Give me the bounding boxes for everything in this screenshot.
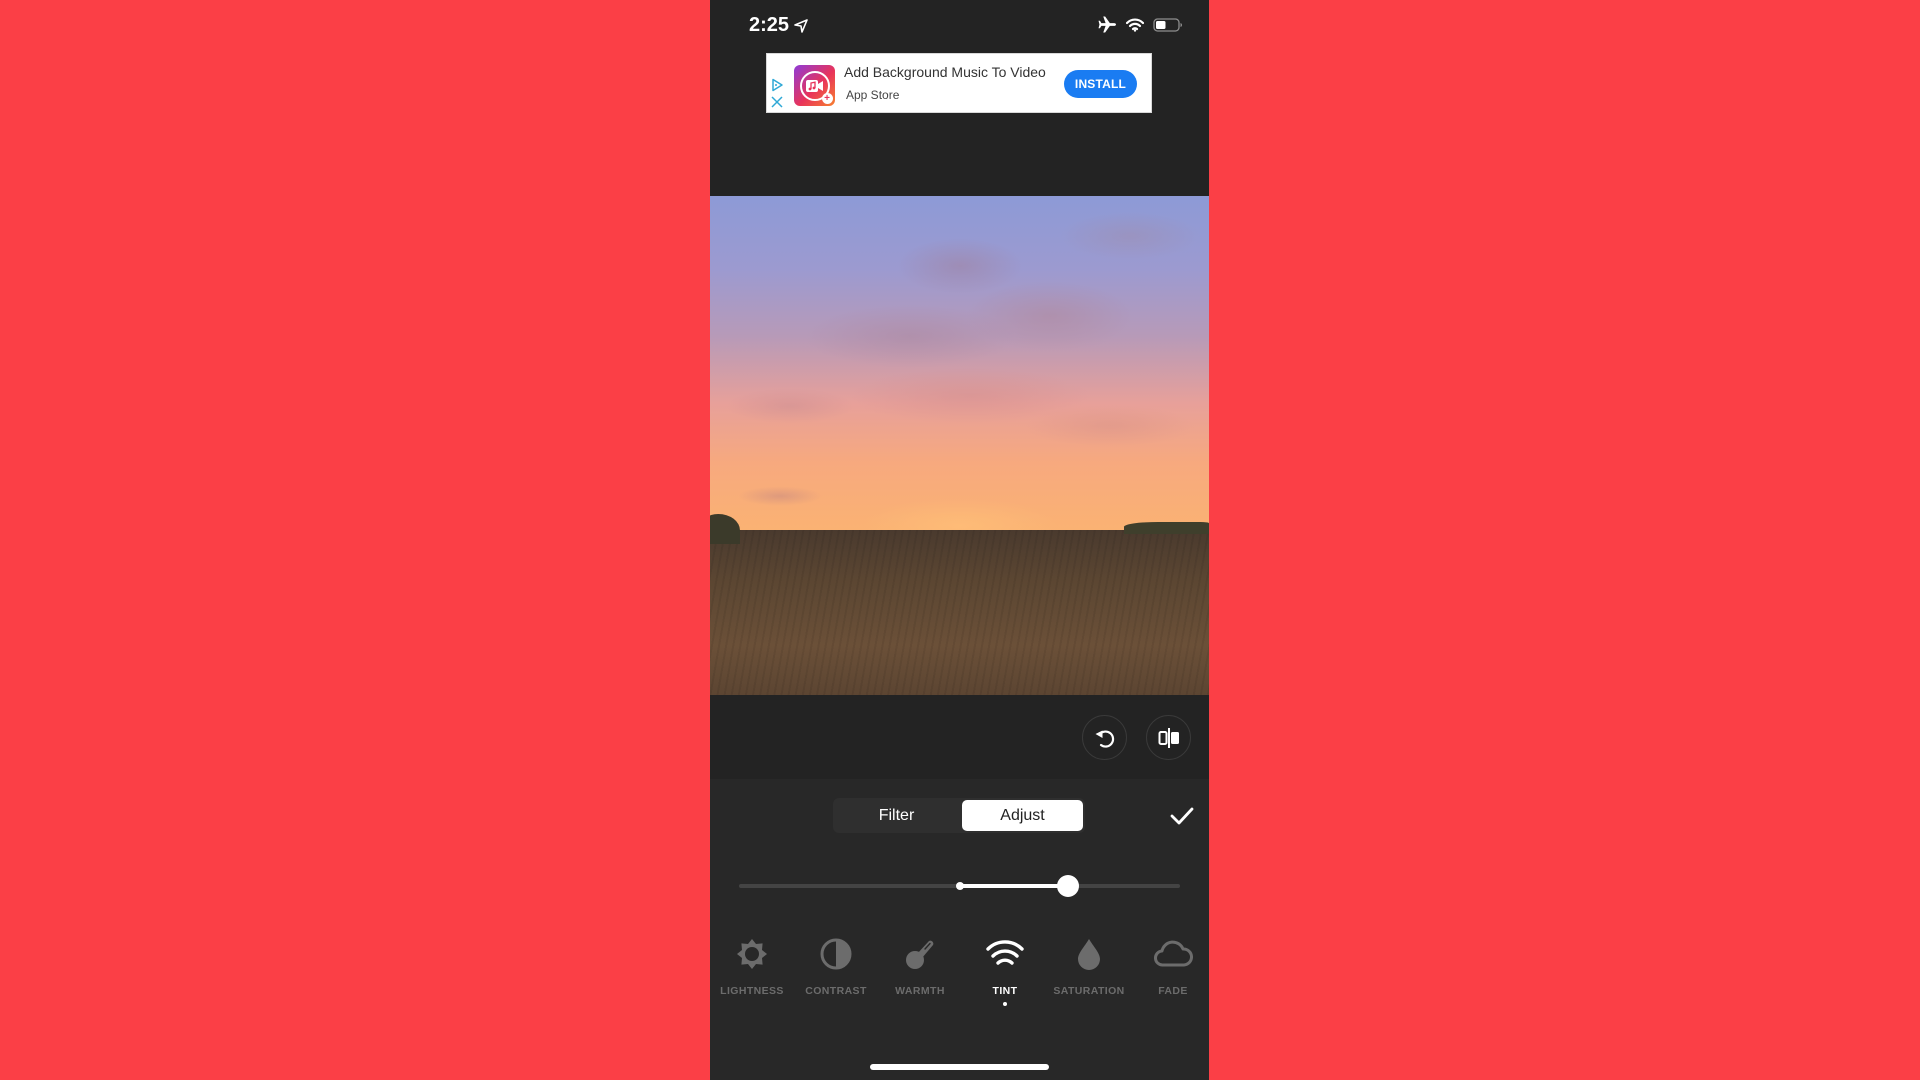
compare-icon xyxy=(1158,727,1179,748)
active-indicator-dot xyxy=(1003,1002,1007,1006)
wifi-icon xyxy=(1126,18,1144,32)
cloud-icon xyxy=(1154,940,1193,967)
ad-banner[interactable]: + Add Background Music To Video App Stor… xyxy=(766,53,1152,113)
phone-screen: 2:25 + Add Background Music To Video App… xyxy=(710,0,1209,1080)
status-icons xyxy=(1098,16,1183,33)
ad-subtitle: App Store xyxy=(846,88,900,102)
tool-label: SATURATION xyxy=(1053,985,1125,997)
photo-field xyxy=(710,530,1209,695)
tool-label: TINT xyxy=(992,985,1018,997)
status-time-text: 2:25 xyxy=(749,14,790,36)
photo-treeline xyxy=(1124,522,1209,534)
tool-warmth[interactable]: WARMTH xyxy=(880,934,960,997)
airplane-mode-icon xyxy=(1098,16,1116,33)
photo-clouds xyxy=(710,196,1209,530)
tool-label: CONTRAST xyxy=(805,985,867,997)
tool-saturation[interactable]: SATURATION xyxy=(1049,934,1129,997)
ad-choices-icon[interactable] xyxy=(770,78,784,92)
location-arrow-icon xyxy=(794,18,808,33)
video-music-icon xyxy=(805,79,823,92)
tool-label: FADE xyxy=(1158,985,1188,997)
tool-lightness[interactable]: LIGHTNESS xyxy=(712,934,792,997)
rotate-icon xyxy=(1095,729,1114,748)
tint-slider[interactable] xyxy=(739,875,1180,897)
slider-thumb[interactable] xyxy=(1056,875,1079,897)
adjust-tools: LIGHTNESS CONTRAST WARMTH TINT SATURATIO… xyxy=(710,934,1209,1014)
photo-preview[interactable] xyxy=(710,196,1209,695)
app-icon[interactable]: + xyxy=(794,65,835,106)
checkmark-icon xyxy=(1170,807,1194,825)
mode-segmented-control: Filter Adjust xyxy=(833,798,1085,833)
install-button[interactable]: INSTALL xyxy=(1064,70,1137,98)
ad-choices xyxy=(770,78,784,109)
ad-title[interactable]: Add Background Music To Video xyxy=(844,64,1046,80)
sun-icon xyxy=(737,939,767,969)
slider-fill xyxy=(959,884,1068,888)
home-indicator[interactable] xyxy=(870,1064,1049,1070)
plus-badge-icon: + xyxy=(821,92,833,104)
battery-icon xyxy=(1153,17,1182,32)
tool-label: WARMTH xyxy=(895,985,945,997)
droplet-icon xyxy=(1078,939,1100,970)
status-time: 2:25 xyxy=(749,14,808,37)
rotate-button[interactable] xyxy=(1082,715,1127,760)
tool-fade[interactable]: FADE xyxy=(1133,934,1209,997)
tool-contrast[interactable]: CONTRAST xyxy=(796,934,876,997)
contrast-icon xyxy=(820,938,852,970)
slider-center-mark xyxy=(955,882,964,890)
tint-waves-icon xyxy=(986,940,1024,965)
ad-close-icon[interactable] xyxy=(770,95,784,109)
thermometer-icon xyxy=(906,940,934,969)
tool-tint[interactable]: TINT xyxy=(965,934,1045,1006)
compare-button[interactable] xyxy=(1146,715,1191,760)
confirm-button[interactable] xyxy=(1169,803,1195,829)
tab-adjust[interactable]: Adjust xyxy=(962,800,1083,831)
tool-label: LIGHTNESS xyxy=(720,985,784,997)
adjust-panel: Filter Adjust LIGHTNESS CONTRAST WARMTH … xyxy=(710,779,1209,1080)
tab-filter[interactable]: Filter xyxy=(833,798,960,833)
